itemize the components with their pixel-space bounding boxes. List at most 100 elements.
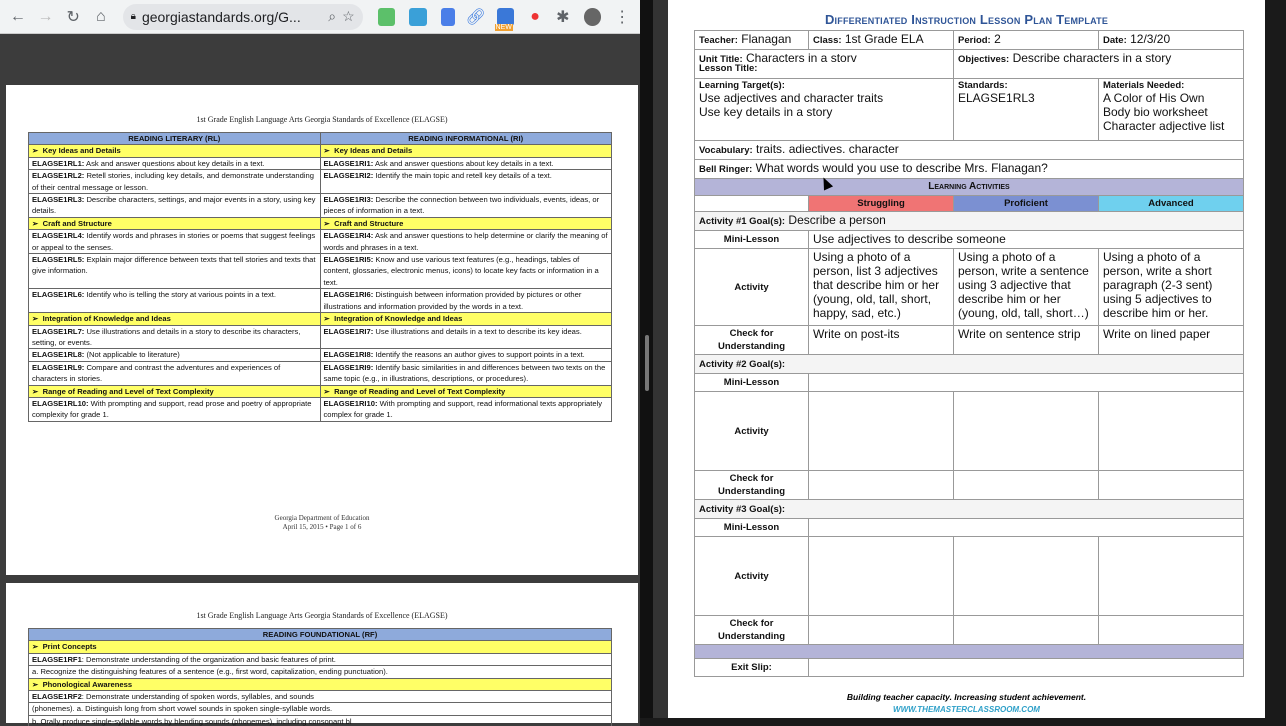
zoom-icon[interactable]: ⌕ <box>328 8 336 25</box>
divider-drag-handle[interactable] <box>645 335 649 391</box>
class-value: 1st Grade ELA <box>844 32 924 46</box>
activity-goal-label: Activity #1 Goal(s): <box>699 216 786 227</box>
activity-proficient <box>953 536 1099 616</box>
activity-advanced: Using a photo of a person, write a short… <box>1098 248 1244 326</box>
bookmark-star-icon[interactable]: ☆ <box>342 8 355 25</box>
activity-label: Activity <box>694 391 809 471</box>
strand-heading: ➢ Key Ideas and Details <box>28 144 321 158</box>
standard-text: a. Recognize the distinguishing features… <box>32 667 388 677</box>
vocabulary-label: Vocabulary: <box>699 145 753 156</box>
exit-slip-value <box>808 658 1244 677</box>
strand-label: Range of Reading and Level of Text Compl… <box>334 386 506 396</box>
standard-code: ELAGSE1RL5: <box>32 255 85 265</box>
standard-code: ELAGSE1RF2 <box>32 692 82 702</box>
standard-text: Ask and answer questions about key detai… <box>373 158 554 168</box>
date-label: Date: <box>1103 35 1127 46</box>
home-icon[interactable]: ⌂ <box>89 5 113 29</box>
mini-lesson-label: Mini-Lesson <box>694 518 809 537</box>
learning-target: Use adjectives and character traits <box>699 91 884 105</box>
standards-row: ➢ Range of Reading and Level of Text Com… <box>28 384 612 398</box>
standards-row: ➢ Print Concepts <box>28 640 612 654</box>
check-proficient: Write on sentence strip <box>953 325 1099 355</box>
mini-lesson-row: Mini-Lesson <box>694 518 1244 537</box>
standard-cell: b. Orally produce single-syllable words … <box>28 714 612 726</box>
standard-cell: ELAGSE1RI8: Identify the reasons an auth… <box>319 348 612 362</box>
menu-kebab-icon[interactable]: ⋮ <box>610 5 634 29</box>
objectives-value: Describe characters in a story <box>1012 51 1172 65</box>
activity-proficient: Using a photo of a person, write a sente… <box>953 248 1099 326</box>
strand-label: Phonological Awareness <box>42 679 133 689</box>
check-proficient <box>953 615 1099 645</box>
level-advanced: Advanced <box>1098 195 1244 212</box>
strand-heading: ➢ Range of Reading and Level of Text Com… <box>28 384 321 398</box>
standard-cell: ELAGSE1RL10: With prompting and support,… <box>28 396 321 422</box>
activity-row: Activity <box>694 536 1244 616</box>
footer-url[interactable]: WWW.THEMASTERCLASSROOM.COM <box>668 705 1265 714</box>
standard-code: ELAGSE1RL1: <box>32 158 85 168</box>
check-struggling: Write on post-its <box>808 325 954 355</box>
page-footer: Georgia Department of Education April 15… <box>6 514 638 532</box>
browser-toolbar: ← → ↻ ⌂ 🔒︎ georgiastandards.org/G... ⌕ ☆… <box>0 0 640 34</box>
standard-cell: ELAGSE1RL6: Identify who is telling the … <box>28 288 321 314</box>
footer-tagline: Building teacher capacity. Increasing st… <box>846 692 1087 702</box>
strand-heading: ➢ Integration of Knowledge and Ideas <box>28 312 321 326</box>
back-icon[interactable]: ← <box>6 5 30 29</box>
standard-text: Identify the main topic and retell key d… <box>373 171 552 181</box>
pdf-page-1: 1st Grade English Language Arts Georgia … <box>6 85 638 575</box>
standard-cell: ELAGSE1RI4: Ask and answer questions to … <box>319 229 612 255</box>
extension-icon[interactable]: ● <box>523 5 547 29</box>
material-item: A Color of His Own <box>1103 91 1205 105</box>
class-label: Class: <box>813 35 842 46</box>
standards-row: ELAGSE1RF1: Demonstrate understanding of… <box>28 652 612 667</box>
activity-advanced <box>1098 536 1244 616</box>
standard-text: (phonemes). a. Distinguish long from sho… <box>32 704 333 714</box>
address-bar[interactable]: 🔒︎ georgiastandards.org/G... ⌕ ☆ <box>122 3 363 30</box>
strand-label: Print Concepts <box>42 642 97 652</box>
material-item: Body bio worksheet <box>1103 105 1208 119</box>
activity-proficient <box>953 391 1099 471</box>
activity-label: Activity <box>694 248 809 326</box>
link-extension-icon[interactable]: 🔗︎ <box>464 5 488 29</box>
strand-label: Key Ideas and Details <box>334 146 413 156</box>
mini-lesson-row: Mini-Lesson Use adjectives to describe so… <box>694 230 1244 249</box>
materials-label: Materials Needed: <box>1103 80 1185 91</box>
activity-struggling <box>808 391 954 471</box>
standards-row: ELAGSE1RL6: Identify who is telling the … <box>28 288 612 314</box>
avatar[interactable] <box>583 7 602 26</box>
puzzle-extensions-icon[interactable]: ✱ <box>551 5 575 29</box>
standard-code: ELAGSE1RI2: <box>323 171 374 181</box>
mini-lesson-row: Mini-Lesson <box>694 373 1244 392</box>
forward-icon[interactable]: → <box>34 5 58 29</box>
check-label: Check for Understanding <box>694 325 809 355</box>
reload-icon[interactable]: ↻ <box>61 5 85 29</box>
translate-extension-icon[interactable] <box>441 7 455 26</box>
extension-icon[interactable] <box>409 7 428 26</box>
activity-goal-row: Activity #1 Goal(s): Describe a person <box>694 211 1244 231</box>
viewer-edge <box>1265 0 1286 726</box>
activity-struggling <box>808 536 954 616</box>
activity-row: Activity Using a photo of a person, list … <box>694 248 1244 326</box>
url-text: georgiastandards.org/G... <box>141 8 301 25</box>
mini-lesson-value <box>808 373 1244 392</box>
exit-slip-label: Exit Slip: <box>694 658 809 677</box>
standard-code: ELAGSE1RL10: <box>32 398 89 408</box>
standard-code: ELAGSE1RL3: <box>32 195 85 205</box>
bell-ringer-value: What words would you use to describe Mrs… <box>755 161 1048 175</box>
standards-value: ELAGSE1RL3 <box>958 91 1035 105</box>
standards-row: ELAGSE1RL4: Identify words and phrases i… <box>28 229 612 255</box>
new-extension-icon[interactable]: NEW <box>494 7 515 31</box>
activity-goal-label: Activity #2 Goal(s): <box>699 359 786 370</box>
activity-struggling: Using a photo of a person, list 3 adject… <box>808 248 954 326</box>
standards-row: ➢ Phonological Awareness <box>28 677 612 692</box>
standards-row: b. Orally produce single-syllable words … <box>28 714 612 726</box>
standard-code: ELAGSE1RI3: <box>323 195 374 205</box>
strand-heading: ➢ Craft and Structure <box>319 216 612 231</box>
check-advanced <box>1098 615 1244 645</box>
standards-table: READING LITERARY (RL) READING INFORMATION… <box>28 131 612 422</box>
extension-icon[interactable] <box>377 7 396 26</box>
viewer-margin <box>653 0 668 726</box>
standard-text: b. Orally produce single-syllable words … <box>32 716 352 726</box>
check-label: Check for Understanding <box>694 470 809 500</box>
strand-label: Craft and Structure <box>42 218 112 228</box>
browser-window: ← → ↻ ⌂ 🔒︎ georgiastandards.org/G... ⌕ ☆… <box>0 0 640 726</box>
